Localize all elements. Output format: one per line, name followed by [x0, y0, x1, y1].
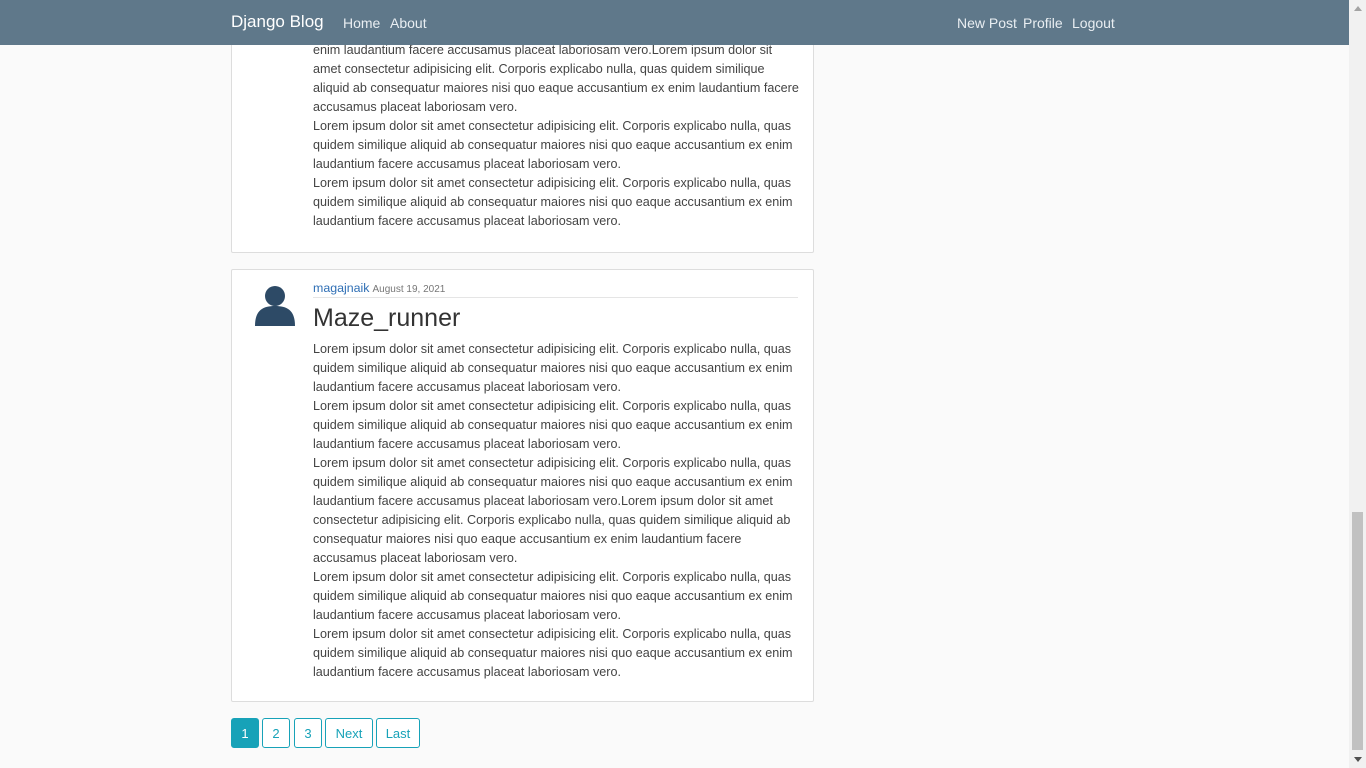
post-paragraph: Lorem ipsum dolor sit amet consectetur a…	[313, 456, 793, 565]
nav-profile-link[interactable]: Profile	[1023, 15, 1063, 31]
brand-link[interactable]: Django Blog	[231, 12, 324, 32]
scrollbar-thumb[interactable]	[1352, 512, 1363, 750]
post-paragraph: Lorem ipsum dolor sit amet consectetur a…	[313, 399, 793, 451]
post-content: enim laudantium facere accusamus placeat…	[313, 41, 803, 231]
post-paragraph: Lorem ipsum dolor sit amet consectetur a…	[313, 570, 793, 622]
post-title-link[interactable]: Maze_runner	[313, 304, 460, 333]
post-author-link[interactable]: magajnaik	[313, 281, 369, 295]
user-avatar-icon[interactable]	[253, 282, 297, 326]
post-paragraph: Lorem ipsum dolor sit amet consectetur a…	[313, 342, 793, 394]
nav-home-link[interactable]: Home	[343, 15, 380, 31]
vertical-scrollbar[interactable]	[1349, 0, 1366, 768]
nav-logout-link[interactable]: Logout	[1072, 15, 1115, 31]
top-navbar: Django Blog Home About New Post Profile …	[0, 0, 1349, 45]
post-meta: magajnaik August 19, 2021	[313, 281, 798, 298]
page-1-button[interactable]: 1	[231, 718, 259, 748]
next-page-button[interactable]: Next	[325, 718, 373, 748]
post-paragraph: Lorem ipsum dolor sit amet consectetur a…	[313, 119, 793, 171]
page-3-button[interactable]: 3	[294, 718, 322, 748]
page-2-button[interactable]: 2	[262, 718, 290, 748]
nav-new-post-link[interactable]: New Post	[957, 15, 1017, 31]
scroll-up-icon[interactable]	[1354, 6, 1362, 11]
last-page-button[interactable]: Last	[376, 718, 420, 748]
post-date: August 19, 2021	[372, 284, 446, 295]
post-paragraph: enim laudantium facere accusamus placeat…	[313, 43, 799, 114]
post-paragraph: Lorem ipsum dolor sit amet consectetur a…	[313, 176, 793, 228]
scroll-down-icon[interactable]	[1354, 757, 1362, 762]
nav-about-link[interactable]: About	[390, 15, 427, 31]
post-card: magajnaik August 19, 2021 Maze_runner Lor…	[231, 269, 814, 702]
post-content: Lorem ipsum dolor sit amet consectetur a…	[313, 340, 803, 682]
post-paragraph: Lorem ipsum dolor sit amet consectetur a…	[313, 627, 793, 679]
